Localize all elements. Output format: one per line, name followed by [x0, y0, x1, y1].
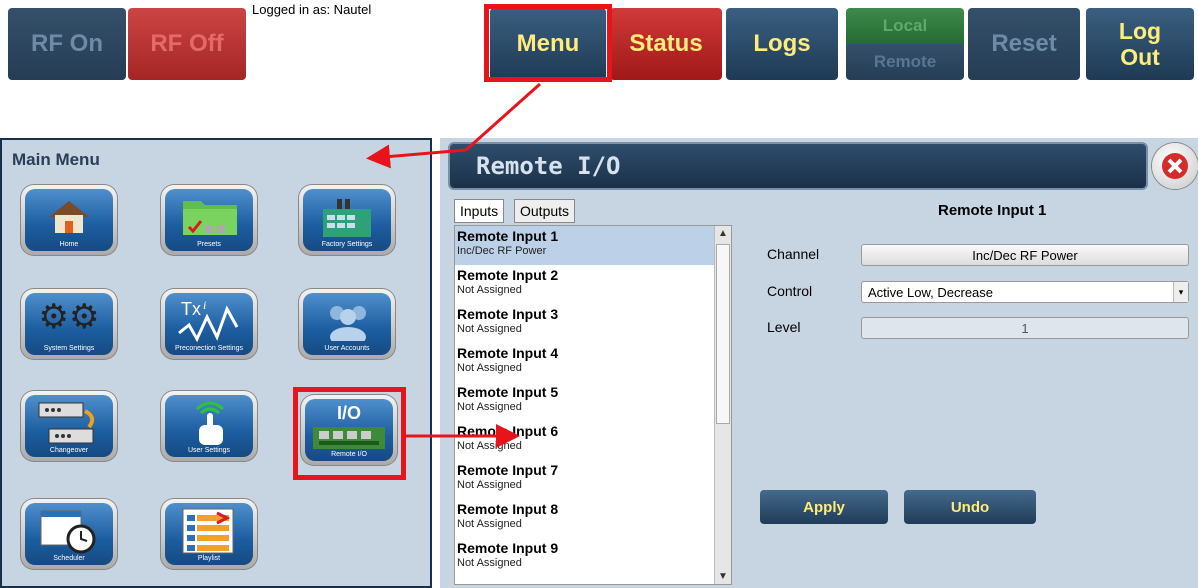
menu-annotation-arrow: [465, 82, 541, 152]
main-menu-annotation-arrow: [366, 144, 467, 169]
annotation-arrows: [366, 82, 541, 448]
